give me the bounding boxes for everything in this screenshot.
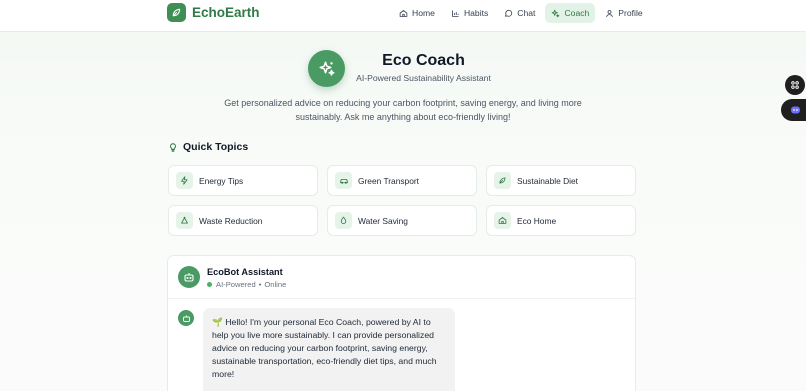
nav-home-label: Home [412, 8, 435, 18]
nav-coach-label: Coach [564, 8, 590, 18]
lightbulb-icon [170, 142, 176, 152]
top-navigation-bar: EchoEarth Home Habits Chat Coach Profile [0, 0, 806, 32]
quick-topics-title: Quick Topics [183, 141, 249, 153]
status-online: Online [264, 280, 287, 289]
message-bot-avatar-icon [178, 310, 194, 326]
topic-label: Energy Tips [199, 175, 244, 186]
home-icon [399, 9, 408, 17]
chart-icon [452, 10, 459, 17]
topic-eco-home[interactable]: Eco Home [486, 205, 636, 236]
car-icon [335, 172, 352, 189]
nav-home[interactable]: Home [393, 3, 441, 23]
topic-waste-reduction[interactable]: Waste Reduction [168, 205, 318, 236]
topic-label: Waste Reduction [199, 215, 263, 226]
topic-water-saving[interactable]: Water Saving [327, 205, 477, 236]
grid-icon [791, 81, 799, 89]
house-icon [494, 212, 511, 229]
sparkle-icon [552, 9, 560, 17]
chat-panel: EcoBot Assistant AI-Powered • Online 🌱 H… [167, 255, 636, 391]
topic-sustainable-diet[interactable]: Sustainable Diet [486, 165, 636, 196]
topic-green-transport[interactable]: Green Transport [327, 165, 477, 196]
bolt-icon [176, 172, 193, 189]
nav-profile[interactable]: Profile [599, 3, 648, 23]
leaf-logo-icon [167, 3, 186, 22]
quick-topics-heading: Quick Topics [168, 141, 248, 153]
nav-habits[interactable]: Habits [445, 3, 494, 23]
topic-label: Water Saving [358, 215, 408, 226]
nav-chat[interactable]: Chat [498, 3, 541, 23]
nav-coach[interactable]: Coach [545, 3, 596, 23]
droplet-icon [335, 212, 352, 229]
chat-header: EcoBot Assistant AI-Powered • Online [168, 256, 635, 299]
assistant-bot-icon [790, 106, 800, 114]
page-description: Get personalized advice on reducing your… [224, 98, 582, 122]
topic-label: Eco Home [517, 215, 557, 226]
bot-status: AI-Powered • Online [207, 280, 286, 289]
user-icon [606, 9, 614, 17]
hero-sparkle-icon [308, 50, 345, 87]
bot-name: EcoBot Assistant [207, 267, 283, 277]
message-icon [505, 9, 513, 17]
topic-label: Green Transport [358, 175, 419, 186]
main-nav: Home Habits Chat Coach Profile [393, 3, 649, 23]
leaf-icon [494, 172, 511, 189]
nav-profile-label: Profile [618, 8, 643, 18]
online-dot-icon [207, 282, 212, 287]
bot-message-bubble: 🌱 Hello! I'm your personal Eco Coach, po… [203, 308, 455, 391]
app-logo[interactable]: EchoEarth [167, 3, 260, 22]
topic-label: Sustainable Diet [517, 175, 578, 186]
status-powered: AI-Powered [216, 280, 256, 289]
nav-habits-label: Habits [463, 8, 489, 18]
bot-avatar-icon [178, 266, 200, 288]
topic-energy-tips[interactable]: Energy Tips [168, 165, 318, 196]
app-name: EchoEarth [192, 5, 260, 20]
recycle-icon [176, 212, 193, 229]
apps-float-button[interactable] [785, 75, 805, 95]
assistant-float-button[interactable] [781, 99, 806, 121]
page-title: Eco Coach [382, 52, 465, 69]
status-separator: • [258, 280, 262, 289]
nav-chat-label: Chat [517, 8, 536, 18]
page-subtitle: AI-Powered Sustainability Assistant [356, 73, 491, 83]
